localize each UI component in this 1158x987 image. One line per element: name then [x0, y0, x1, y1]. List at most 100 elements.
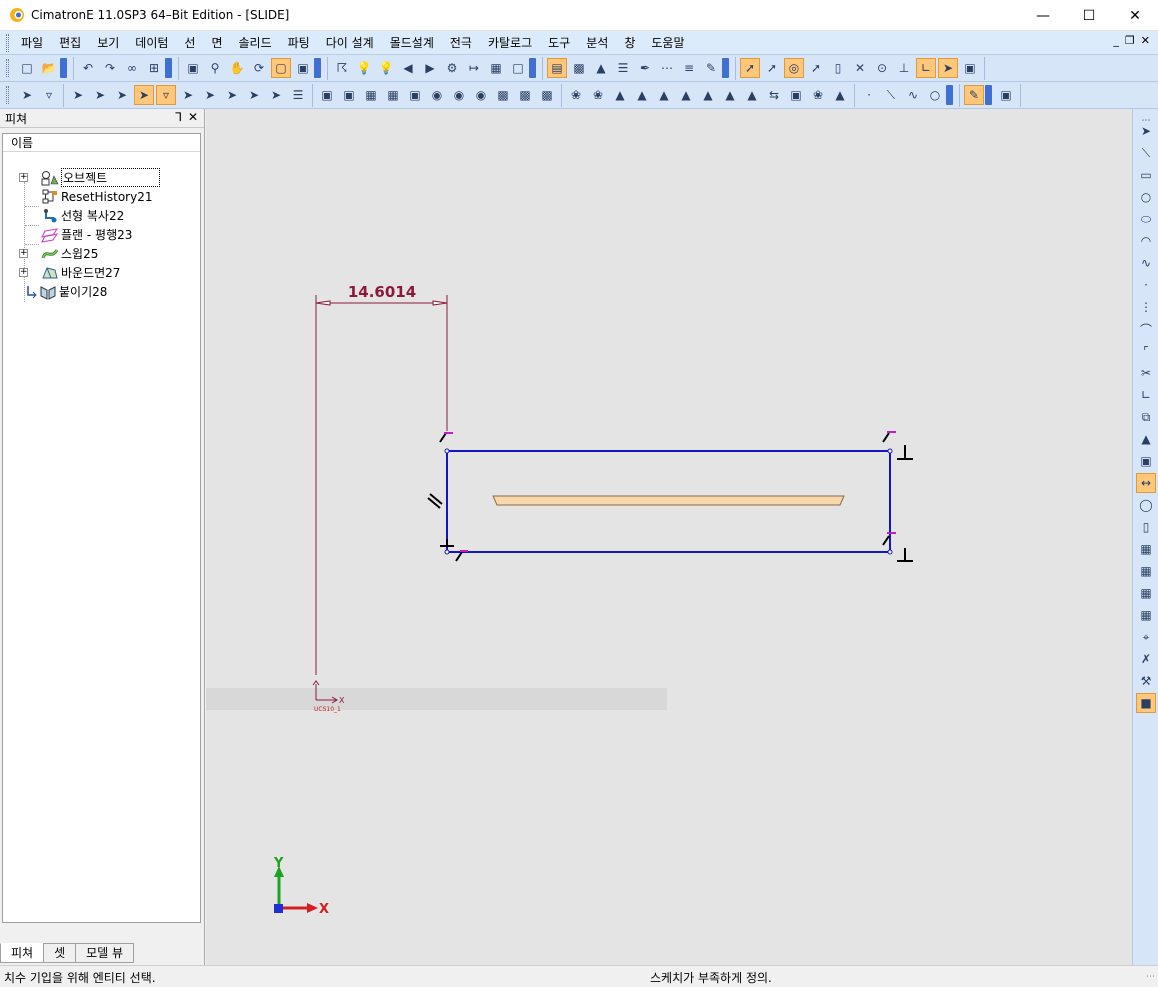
resize-grip-icon[interactable]: ⋯ — [1146, 972, 1155, 982]
menu-electrode[interactable]: 전극 — [442, 32, 480, 54]
circle-tool-icon[interactable]: ○ — [1136, 187, 1156, 207]
toolbar-options-handle[interactable] — [165, 58, 172, 78]
toolbar-options-handle[interactable] — [946, 85, 953, 105]
snap-intersection-icon[interactable]: ✕ — [850, 58, 870, 78]
coincident-constraint-marker[interactable] — [882, 431, 896, 443]
mdi-minimize-button[interactable]: _ — [1113, 34, 1119, 47]
snap-settings-icon[interactable]: ▣ — [960, 58, 980, 78]
filter-funnel-icon[interactable]: ▿ — [39, 85, 59, 105]
corner-tool-icon[interactable]: ⌜ — [1136, 341, 1156, 361]
revolve-icon[interactable]: ◉ — [471, 85, 491, 105]
menu-analysis[interactable]: 분석 — [578, 32, 616, 54]
minimize-button[interactable]: — — [1020, 0, 1066, 31]
zoom-all-icon[interactable]: ▣ — [183, 58, 203, 78]
snap-axis-icon[interactable]: ∟ — [916, 58, 936, 78]
sketcher-mode-icon[interactable]: ✎ — [964, 85, 984, 105]
perpendicular-constraint-icon[interactable] — [897, 548, 913, 562]
lasso-tool-icon[interactable]: ◯ — [1136, 495, 1156, 515]
mdi-restore-button[interactable]: ❐ — [1125, 34, 1135, 47]
snap-line-icon[interactable]: ➚ — [762, 58, 782, 78]
reference-tool-icon[interactable]: ▦ — [1136, 605, 1156, 625]
select-sketch-icon[interactable]: ➤ — [244, 85, 264, 105]
tree-item-linear-copy[interactable]: 선형 복사22 — [41, 206, 124, 225]
horizontal-dimension[interactable] — [315, 295, 448, 675]
tab-model-view[interactable]: 모델 뷰 — [75, 943, 135, 963]
select-face-icon[interactable]: ➤ — [112, 85, 132, 105]
snap-tangent-icon[interactable]: ⊙ — [872, 58, 892, 78]
intersect-tool-icon[interactable]: ▦ — [1136, 561, 1156, 581]
menu-window[interactable]: 창 — [616, 32, 643, 54]
export-icon[interactable]: ▣ — [339, 85, 359, 105]
snap-cursor-icon[interactable]: ➤ — [938, 58, 958, 78]
tree-item-reset-history[interactable]: ResetHistory21 — [41, 187, 152, 206]
tools-icon[interactable]: ⚒ — [1136, 671, 1156, 691]
toolbar-options-handle[interactable] — [529, 58, 536, 78]
menu-die-design[interactable]: 다이 설계 — [318, 32, 382, 54]
box-frame-icon[interactable]: ▣ — [405, 85, 425, 105]
eyedropper-icon[interactable]: ✒ — [635, 58, 655, 78]
spline-icon[interactable]: ∿ — [903, 85, 923, 105]
offset-tool-icon[interactable]: ⌒ — [1136, 319, 1156, 339]
select-filter-active-icon[interactable]: ▿ — [156, 85, 176, 105]
menu-help[interactable]: 도움말 — [643, 32, 692, 54]
coincident-constraint-marker[interactable] — [439, 432, 453, 443]
fill-color-icon[interactable]: ▲ — [591, 58, 611, 78]
toolbar-options-handle[interactable] — [985, 85, 992, 105]
select-body-icon[interactable]: ➤ — [178, 85, 198, 105]
mdi-close-button[interactable]: ✕ — [1141, 34, 1150, 47]
tab-sets[interactable]: 셋 — [43, 943, 77, 963]
toolbar-options-handle[interactable] — [314, 58, 321, 78]
menu-mold-design[interactable]: 몰드설계 — [382, 32, 442, 54]
tree-item-sweep[interactable]: + 스윕25 — [17, 244, 98, 263]
redo-icon[interactable]: ↷ — [100, 58, 120, 78]
snap-endpoint-icon[interactable]: ➚ — [740, 58, 760, 78]
extrude-icon[interactable]: ◉ — [449, 85, 469, 105]
sphere-icon[interactable]: ◉ — [427, 85, 447, 105]
expand-icon[interactable]: + — [19, 173, 28, 182]
shell-icon[interactable]: ▩ — [537, 85, 557, 105]
select-curve-icon[interactable]: ➤ — [90, 85, 110, 105]
project-tool-icon[interactable]: ▯ — [1136, 517, 1156, 537]
snap-center-icon[interactable]: ◎ — [784, 58, 804, 78]
parallel-constraint-icon[interactable] — [427, 493, 443, 509]
offset-surface-icon[interactable]: ▲ — [676, 85, 696, 105]
light-bulb-on-icon[interactable]: 💡 — [376, 58, 396, 78]
line-dash-icon[interactable]: ⋯ — [657, 58, 677, 78]
sketch-canvas[interactable]: 14.6014 X UCS10_1 Y X — [206, 109, 1132, 965]
select-arrow-icon[interactable]: ➤ — [1136, 121, 1156, 141]
panel-close-icon[interactable]: ✕ — [188, 110, 198, 124]
select-feature-icon[interactable]: ➤ — [266, 85, 286, 105]
snap-perpendicular-icon[interactable]: ⊥ — [894, 58, 914, 78]
blend-surface-icon[interactable]: ▲ — [698, 85, 718, 105]
merge-surface-icon[interactable]: ▣ — [786, 85, 806, 105]
select-entity-icon[interactable]: ➤ — [134, 85, 154, 105]
exit-sketch-icon[interactable]: ▣ — [996, 85, 1016, 105]
show-hide-icon[interactable]: ☈ — [332, 58, 352, 78]
menu-tools[interactable]: 도구 — [540, 32, 578, 54]
ellipse-tool-icon[interactable]: ⬭ — [1136, 209, 1156, 229]
graphics-viewport[interactable]: 14.6014 X UCS10_1 Y X — [206, 109, 1132, 965]
clipboard-icon[interactable]: □ — [508, 58, 528, 78]
trim-tool-icon[interactable]: ✂ — [1136, 363, 1156, 383]
zoom-window-icon[interactable]: ⚲ — [205, 58, 225, 78]
select-point-icon[interactable]: ➤ — [222, 85, 242, 105]
menu-catalog[interactable]: 카탈로그 — [480, 32, 540, 54]
toolbar-grip[interactable] — [6, 59, 9, 77]
menu-view[interactable]: 보기 — [89, 32, 127, 54]
tab-features[interactable]: 피쳐 — [0, 943, 45, 963]
color-palette-icon[interactable]: ▩ — [569, 58, 589, 78]
rectangle-vertex-bottom-right[interactable] — [887, 549, 893, 555]
rectangle-vertex-top-right[interactable] — [887, 448, 893, 454]
center-point-icon[interactable]: ⌖ — [1136, 627, 1156, 647]
tree-item-attach[interactable]: 붙이기28 — [25, 282, 107, 301]
select-edge-icon[interactable]: ➤ — [200, 85, 220, 105]
box-outline-icon[interactable]: ▦ — [383, 85, 403, 105]
expand-icon[interactable]: + — [19, 249, 28, 258]
select-all-icon[interactable]: ➤ — [68, 85, 88, 105]
toolbar-options-handle[interactable] — [60, 58, 67, 78]
part-profile-shape[interactable] — [492, 495, 845, 506]
rectangle-tool-icon[interactable]: ▭ — [1136, 165, 1156, 185]
centerline-tool-icon[interactable]: ⋮ — [1136, 297, 1156, 317]
new-file-icon[interactable]: □ — [17, 58, 37, 78]
expand-icon[interactable]: + — [19, 268, 28, 277]
